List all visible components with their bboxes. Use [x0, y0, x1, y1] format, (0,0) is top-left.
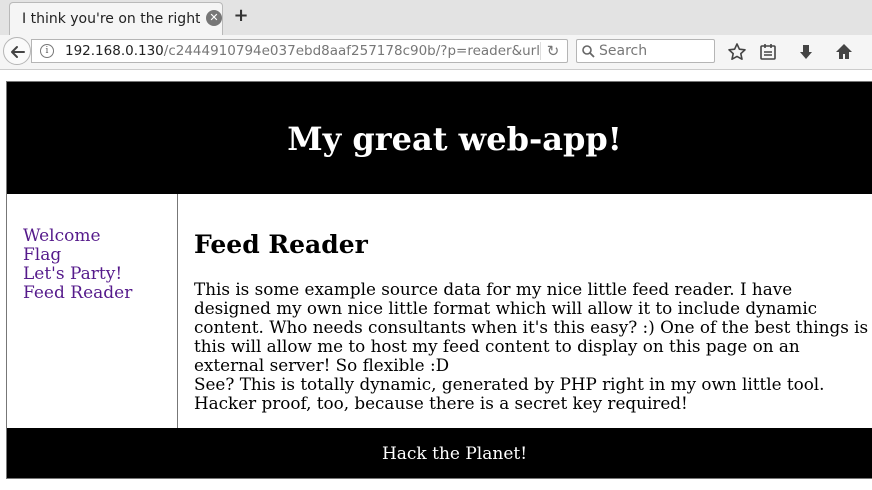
- search-input[interactable]: [599, 41, 709, 61]
- nav-link-feed-reader[interactable]: Feed Reader: [23, 283, 132, 303]
- close-tab-icon[interactable]: ✕: [206, 10, 222, 26]
- bookmark-star-icon[interactable]: [727, 42, 747, 62]
- url-bar[interactable]: i 192.168.0.130/c2444910794e037ebd8aaf25…: [31, 39, 568, 63]
- web-page: My great web-app! Welcome Flag Let's Par…: [6, 81, 872, 479]
- main-content: Feed Reader This is some example source …: [194, 194, 872, 428]
- home-icon[interactable]: [834, 42, 854, 62]
- url-text[interactable]: 192.168.0.130/c2444910794e037ebd8aaf2571…: [65, 43, 540, 59]
- sidebar-nav: Welcome Flag Let's Party! Feed Reader: [7, 194, 178, 428]
- new-tab-plus-icon[interactable]: +: [232, 7, 250, 25]
- reload-icon[interactable]: ↻: [540, 42, 565, 60]
- url-path: /c2444910794e037ebd8aaf257178c90b/?p=rea…: [163, 43, 540, 59]
- site-title: My great web-app!: [287, 120, 622, 158]
- feed-paragraph-2: See? This is totally dynamic, generated …: [194, 374, 825, 413]
- site-footer: Hack the Planet!: [7, 428, 872, 478]
- page-heading: Feed Reader: [194, 230, 368, 259]
- back-arrow-icon: [11, 46, 25, 58]
- tab-strip: I think you're on the right ... ✕ +: [0, 0, 872, 36]
- url-host: 192.168.0.130: [65, 43, 164, 59]
- download-icon[interactable]: [796, 42, 816, 62]
- back-button[interactable]: [3, 37, 31, 65]
- reading-list-icon[interactable]: [758, 42, 778, 62]
- tab-title: I think you're on the right ...: [22, 11, 200, 27]
- site-info-icon[interactable]: i: [40, 44, 54, 58]
- nav-link-flag[interactable]: Flag: [23, 245, 61, 265]
- footer-text: Hack the Planet!: [381, 444, 528, 464]
- nav-link-lets-party[interactable]: Let's Party!: [23, 264, 122, 284]
- navigation-toolbar: i 192.168.0.130/c2444910794e037ebd8aaf25…: [0, 35, 872, 70]
- feed-paragraph-1: This is some example source data for my …: [194, 279, 869, 375]
- browser-tab[interactable]: I think you're on the right ... ✕: [9, 2, 223, 35]
- nav-link-welcome[interactable]: Welcome: [23, 226, 101, 246]
- site-header: My great web-app!: [7, 82, 872, 194]
- search-icon: [582, 45, 595, 58]
- search-bar[interactable]: [576, 39, 715, 63]
